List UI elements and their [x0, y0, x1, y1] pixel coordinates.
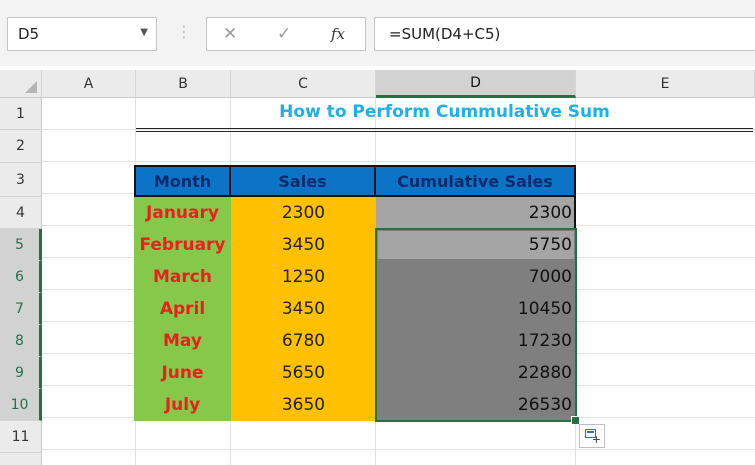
formula-bar-area: D5 ▼ ⋮ ✕ ✓ fx =SUM(D4+C5) [0, 0, 755, 66]
cell-month-2[interactable]: February [134, 229, 231, 261]
separator-icon: ⋮ [176, 22, 192, 41]
cell-sales-4[interactable]: 3450 [231, 293, 376, 325]
cell-sales-2[interactable]: 3450 [231, 229, 376, 261]
formula-input[interactable]: =SUM(D4+C5) [374, 17, 755, 51]
column-header-d[interactable]: D [376, 70, 576, 98]
cell-sales-3[interactable]: 1250 [231, 261, 376, 293]
row-header-2[interactable]: 2 [0, 130, 42, 163]
column-header-c[interactable]: C [231, 70, 376, 98]
cell-month-4[interactable]: April [134, 293, 231, 325]
row-header-6[interactable]: 6 [0, 261, 42, 293]
row-header-11[interactable]: 11 [0, 421, 42, 453]
insert-function-icon[interactable]: fx [331, 25, 345, 43]
cell-month-7[interactable]: July [134, 389, 231, 421]
cell-sales-1[interactable]: 2300 [231, 197, 376, 229]
header-month[interactable]: Month [134, 165, 231, 197]
row-header-5[interactable]: 5 [0, 229, 42, 261]
name-box-value: D5 [18, 25, 40, 43]
sheet-title[interactable]: How to Perform Cummulative Sum [136, 102, 753, 122]
row-header-1[interactable]: 1 [0, 98, 42, 130]
row-header-4[interactable]: 4 [0, 197, 42, 229]
cell-sales-6[interactable]: 5650 [231, 357, 376, 389]
cell-month-1[interactable]: January [134, 197, 231, 229]
formula-text: =SUM(D4+C5) [389, 25, 501, 43]
header-cumulative-sales[interactable]: Cumulative Sales [376, 165, 576, 197]
row-header-8[interactable]: 8 [0, 325, 42, 357]
row-header-9[interactable]: 9 [0, 357, 42, 389]
chevron-down-icon[interactable]: ▼ [140, 27, 148, 38]
row-header-7[interactable]: 7 [0, 293, 42, 325]
cell-month-3[interactable]: March [134, 261, 231, 293]
row-header-10[interactable]: 10 [0, 389, 42, 421]
enter-icon[interactable]: ✓ [277, 24, 291, 44]
select-all-button[interactable] [0, 70, 42, 98]
selection-border [375, 228, 577, 422]
cell-month-5[interactable]: May [134, 325, 231, 357]
row-header-12 [0, 453, 42, 465]
header-sales[interactable]: Sales [231, 165, 376, 197]
cell-cumulative-1[interactable]: 2300 [376, 197, 576, 229]
cell-sales-5[interactable]: 6780 [231, 325, 376, 357]
cell-sales-7[interactable]: 3650 [231, 389, 376, 421]
formula-buttons: ✕ ✓ fx [206, 17, 366, 51]
cancel-icon[interactable]: ✕ [223, 24, 237, 44]
name-box[interactable]: D5 ▼ [7, 17, 157, 51]
quick-analysis-icon[interactable]: + [579, 424, 605, 448]
column-header-e[interactable]: E [576, 70, 755, 98]
cell-month-6[interactable]: June [134, 357, 231, 389]
row-header-3[interactable]: 3 [0, 163, 42, 197]
double-underline [136, 128, 753, 132]
column-header-b[interactable]: B [136, 70, 231, 98]
column-header-a[interactable]: A [42, 70, 136, 98]
